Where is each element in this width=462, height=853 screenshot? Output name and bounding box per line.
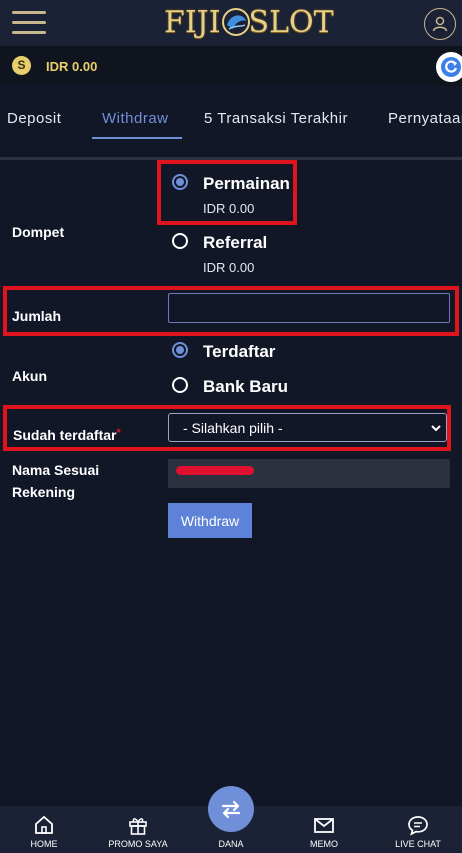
wallet-permainan-label: Permainan (203, 174, 290, 193)
radio-referral[interactable] (172, 233, 188, 249)
menu-icon[interactable] (12, 11, 46, 35)
nama-rekening-label-line1: Nama Sesuai (12, 462, 100, 478)
nav-home-label: HOME (30, 839, 58, 849)
radio-bank-baru[interactable] (172, 377, 188, 393)
refresh-icon[interactable] (436, 52, 462, 82)
chat-icon (408, 816, 428, 836)
balance-bar: S IDR 0.00 (0, 46, 462, 86)
balance-amount: IDR 0.00 (46, 59, 98, 74)
mail-icon (314, 818, 334, 833)
tab-recent-transactions[interactable]: 5 Transaksi Terakhir (204, 110, 348, 127)
wallet-permainan-amount: IDR 0.00 (203, 201, 255, 216)
required-asterisk: * (116, 427, 121, 439)
bank-account-select[interactable]: - Silahkan pilih - (168, 413, 447, 442)
withdraw-button[interactable]: Withdraw (168, 503, 252, 538)
amount-input[interactable] (168, 293, 450, 323)
nav-dana-label: DANA (218, 839, 244, 849)
wallet-referral-amount: IDR 0.00 (203, 260, 255, 275)
nav-home[interactable]: HOME (24, 806, 64, 853)
wallet-referral-label: Referral (203, 233, 268, 252)
radio-terdaftar[interactable] (172, 342, 188, 358)
nama-rekening-label-line2: Rekening (12, 484, 76, 500)
home-icon (35, 815, 53, 834)
logo-text-left: FIJI (164, 4, 221, 40)
sudah-terdaftar-label: Sudah terdaftar* (13, 427, 121, 443)
nav-memo[interactable]: MEMO (304, 806, 344, 853)
redaction-mark (176, 466, 254, 475)
jumlah-label: Jumlah (12, 308, 62, 324)
nav-live-chat-label: LIVE CHAT (395, 839, 441, 849)
dompet-label: Dompet (12, 224, 65, 240)
user-account-icon[interactable] (424, 8, 456, 40)
logo[interactable]: FIJI SLOT (164, 2, 334, 42)
tab-deposit[interactable]: Deposit (7, 110, 61, 127)
nav-memo-label: MEMO (310, 839, 338, 849)
gift-icon (129, 818, 147, 835)
fish-logo-icon (221, 8, 250, 36)
active-tab-indicator (92, 137, 182, 139)
select-value: - Silahkan pilih - (183, 419, 283, 436)
account-bank-baru-label: Bank Baru (203, 377, 289, 396)
dana-button[interactable] (208, 786, 254, 832)
top-bar: FIJI SLOT (0, 0, 462, 46)
coin-icon: S (12, 56, 31, 75)
nav-promo-label: PROMO SAYA (108, 839, 168, 849)
radio-permainan[interactable] (172, 174, 188, 190)
tab-withdraw[interactable]: Withdraw (102, 110, 169, 127)
logo-text-right: SLOT (248, 4, 334, 40)
tab-statement[interactable]: Pernyataan (388, 110, 462, 127)
tab-bar: Deposit Withdraw 5 Transaksi Terakhir Pe… (0, 86, 462, 160)
nav-promo[interactable]: PROMO SAYA (102, 806, 174, 853)
transfer-icon (221, 800, 241, 819)
account-terdaftar-label: Terdaftar (203, 342, 276, 361)
chevron-down-icon (431, 425, 441, 432)
akun-label: Akun (12, 368, 47, 384)
nav-live-chat[interactable]: LIVE CHAT (392, 806, 444, 853)
